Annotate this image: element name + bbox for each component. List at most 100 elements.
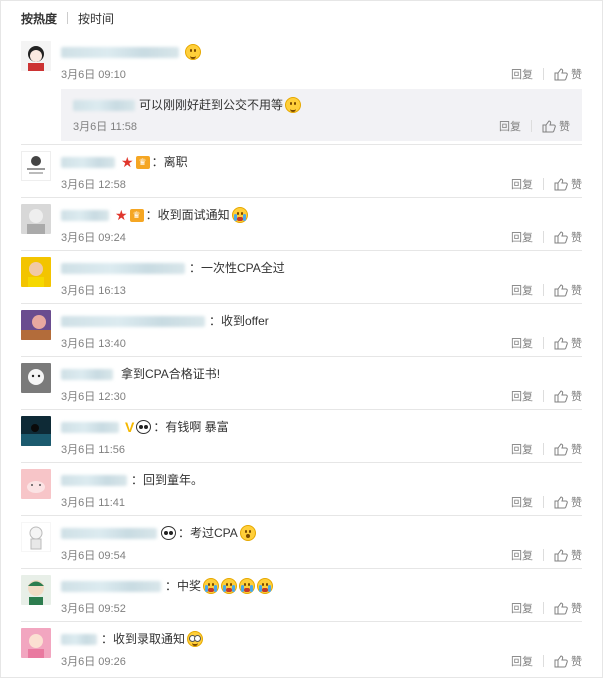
avatar[interactable] <box>21 628 51 658</box>
comment-text: ：回到童年。 <box>131 473 204 487</box>
reply-button[interactable]: 回复 <box>511 335 533 351</box>
reply-button[interactable]: 回复 <box>511 176 533 192</box>
reply-button[interactable]: 回复 <box>511 229 533 245</box>
reply-button[interactable]: 回复 <box>511 600 533 616</box>
thumbs-up-icon <box>554 548 568 561</box>
avatar[interactable] <box>21 363 51 393</box>
verified-v-icon: V <box>125 419 135 435</box>
comment-text: ：收到录取通知 <box>101 632 186 646</box>
blurred-username[interactable] <box>61 633 97 645</box>
comment-time: 3月6日 09:54 <box>61 550 126 562</box>
blurred-username[interactable] <box>61 46 179 58</box>
like-button[interactable]: 赞 <box>554 335 582 351</box>
sort-by-hot-tab[interactable]: 按热度 <box>21 10 57 27</box>
sort-bar: 按热度 按时间 <box>1 1 602 35</box>
comment-list: 3月6日 09:10 回复 赞 可以刚刚好赶到公交不用等 3月6日 11:58 … <box>1 35 602 675</box>
comment-item: ：回到童年。 3月6日 11:41 回复 赞 <box>21 463 582 516</box>
comment-item: ：中奖 3月6日 09:52 回复 赞 <box>21 569 582 622</box>
like-button[interactable]: 赞 <box>542 118 570 134</box>
reply-button[interactable]: 回复 <box>511 66 533 82</box>
sub-reply: 可以刚刚好赶到公交不用等 3月6日 11:58 回复 赞 <box>61 89 582 141</box>
comment-item: ★ ♛ ：收到面试通知 3月6日 09:24 回复 赞 <box>21 198 582 251</box>
comment-time: 3月6日 09:52 <box>61 603 126 615</box>
comment-time: 3月6日 13:40 <box>61 338 126 350</box>
like-button[interactable]: 赞 <box>554 229 582 245</box>
star-badge-icon: ★ <box>121 154 134 170</box>
like-button[interactable]: 赞 <box>554 494 582 510</box>
avatar[interactable] <box>21 204 51 234</box>
blurred-username[interactable] <box>61 580 161 592</box>
avatar[interactable] <box>21 575 51 605</box>
blurred-username[interactable] <box>61 315 205 327</box>
action-divider <box>543 284 544 296</box>
crown-badge-icon: ♛ <box>129 208 144 222</box>
thumbs-up-icon <box>542 119 556 132</box>
like-button[interactable]: 赞 <box>554 600 582 616</box>
comment-time: 3月6日 11:41 <box>61 497 126 509</box>
action-divider <box>543 231 544 243</box>
reply-button[interactable]: 回复 <box>511 388 533 404</box>
comment-time: 3月6日 16:13 <box>61 285 126 297</box>
like-button[interactable]: 赞 <box>554 441 582 457</box>
blurred-username[interactable] <box>61 209 109 221</box>
avatar[interactable] <box>21 416 51 446</box>
comment-text: ：有钱啊 暴富 <box>153 420 229 434</box>
glasses-emoji-icon <box>187 631 204 647</box>
like-label: 赞 <box>571 550 582 562</box>
cry-laugh-emoji-icon <box>239 578 256 594</box>
reply-button[interactable]: 回复 <box>511 547 533 563</box>
blurred-username[interactable] <box>61 368 113 380</box>
blurred-username[interactable] <box>61 262 185 274</box>
avatar[interactable] <box>21 310 51 340</box>
thumbs-up-icon <box>554 177 568 190</box>
avatar[interactable] <box>21 41 51 71</box>
action-divider <box>543 178 544 190</box>
panda-icon <box>136 420 152 434</box>
comment-time: 3月6日 11:56 <box>61 444 126 456</box>
blurred-username[interactable] <box>61 527 157 539</box>
thumbs-up-icon <box>554 230 568 243</box>
like-label: 赞 <box>571 497 582 509</box>
like-button[interactable]: 赞 <box>554 282 582 298</box>
cry-laugh-emoji-icon <box>203 578 220 594</box>
reply-button[interactable]: 回复 <box>511 494 533 510</box>
comment-text: 拿到CPA合格证书! <box>121 367 221 381</box>
action-divider <box>543 443 544 455</box>
reply-button[interactable]: 回复 <box>499 118 521 134</box>
reply-button[interactable]: 回复 <box>511 282 533 298</box>
action-divider <box>543 549 544 561</box>
hug-emoji-icon <box>285 97 302 113</box>
avatar[interactable] <box>21 151 51 181</box>
blurred-username[interactable] <box>61 474 127 486</box>
like-button[interactable]: 赞 <box>554 176 582 192</box>
comment-item: ：考过CPA 3月6日 09:54 回复 赞 <box>21 516 582 569</box>
action-divider <box>543 655 544 667</box>
avatar[interactable] <box>21 257 51 287</box>
like-button[interactable]: 赞 <box>554 653 582 669</box>
reply-button[interactable]: 回复 <box>511 653 533 669</box>
comment-item: V ：有钱啊 暴富 3月6日 11:56 回复 赞 <box>21 410 582 463</box>
comment-time: 3月6日 12:58 <box>61 179 126 191</box>
blurred-username[interactable] <box>61 156 115 168</box>
thumbs-up-icon <box>554 654 568 667</box>
comment-time: 3月6日 09:24 <box>61 232 126 244</box>
like-label: 赞 <box>571 179 582 191</box>
comment-item: ：收到offer 3月6日 13:40 回复 赞 <box>21 304 582 357</box>
avatar[interactable] <box>21 522 51 552</box>
like-label: 赞 <box>571 232 582 244</box>
like-button[interactable]: 赞 <box>554 388 582 404</box>
comment-time: 3月6日 09:26 <box>61 656 126 668</box>
sort-by-time-tab[interactable]: 按时间 <box>78 10 114 27</box>
comment-text: ：中奖 <box>165 579 202 593</box>
blurred-username[interactable] <box>73 99 135 111</box>
like-label: 赞 <box>571 444 582 456</box>
action-divider <box>543 496 544 508</box>
avatar[interactable] <box>21 469 51 499</box>
like-button[interactable]: 赞 <box>554 547 582 563</box>
star-badge-icon: ★ <box>115 207 128 223</box>
blurred-username[interactable] <box>61 421 119 433</box>
cry-laugh-emoji-icon <box>257 578 274 594</box>
like-button[interactable]: 赞 <box>554 66 582 82</box>
thumbs-up-icon <box>554 601 568 614</box>
reply-button[interactable]: 回复 <box>511 441 533 457</box>
